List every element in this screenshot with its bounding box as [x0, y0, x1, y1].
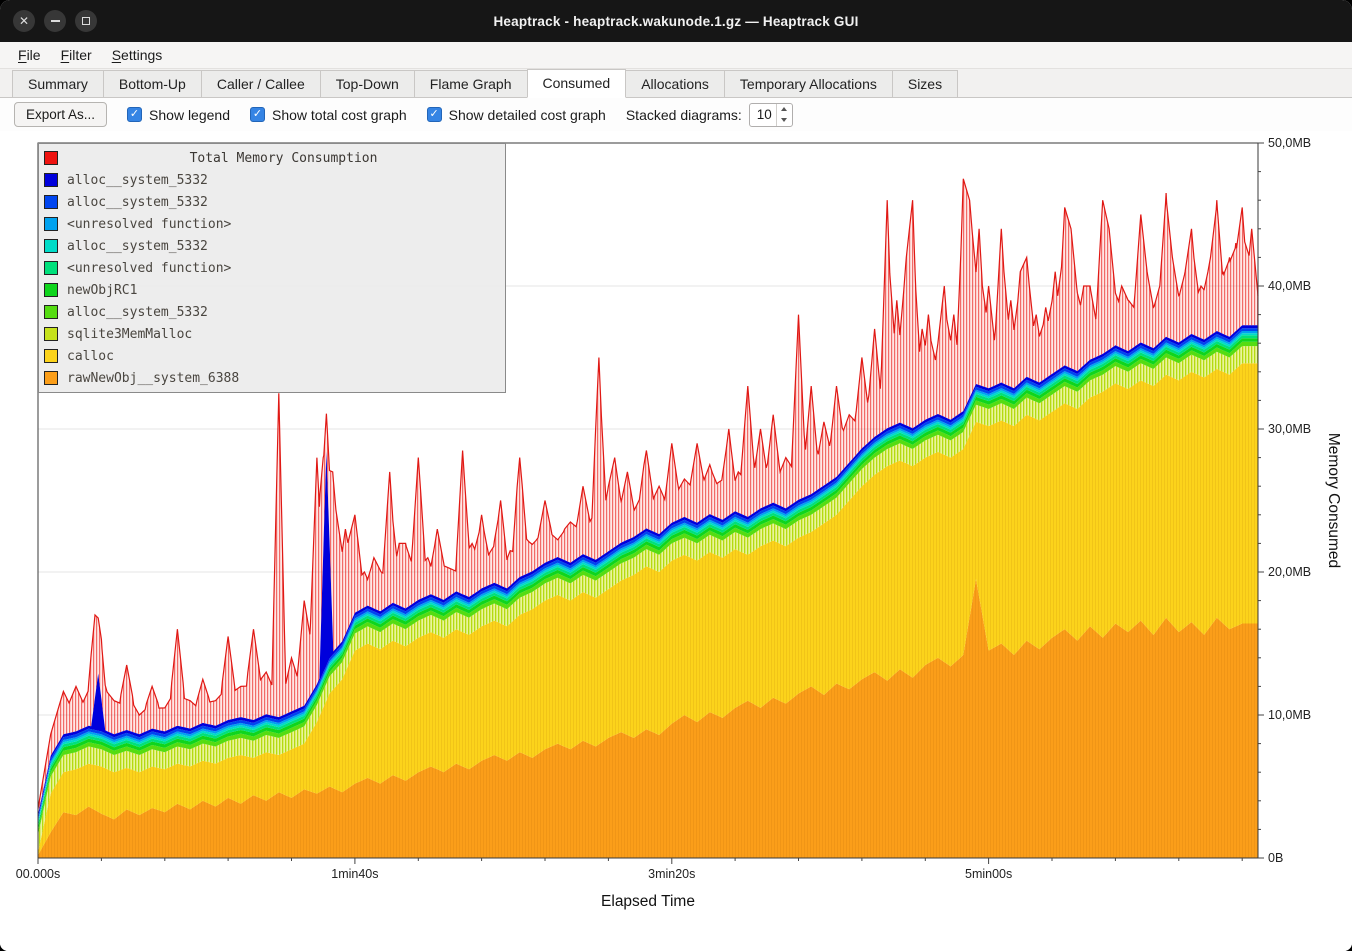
legend-swatch [44, 239, 58, 253]
heaptrack-window: ✕ Heaptrack - heaptrack.wakunode.1.gz — … [0, 0, 1352, 951]
legend-item: alloc__system_5332 [44, 235, 500, 257]
export-as-button[interactable]: Export As... [14, 102, 107, 127]
legend-swatch [44, 261, 58, 275]
show-legend-checkbox[interactable]: Show legend [127, 107, 230, 123]
menu-file[interactable]: File [8, 44, 51, 66]
legend-item: alloc__system_5332 [44, 191, 500, 213]
legend-item: alloc__system_5332 [44, 169, 500, 191]
legend-label: rawNewObj__system_6388 [67, 371, 239, 386]
window-controls: ✕ [13, 10, 97, 32]
tab-flame-graph[interactable]: Flame Graph [414, 70, 528, 97]
legend-label: calloc [67, 349, 114, 364]
legend-swatch [44, 151, 58, 165]
tab-temporary-allocations[interactable]: Temporary Allocations [724, 70, 893, 97]
y-tick-label: 20,0MB [1268, 565, 1311, 579]
checkbox-box [427, 107, 442, 122]
legend-swatch [44, 217, 58, 231]
maximize-icon [82, 17, 90, 25]
legend-label: alloc__system_5332 [67, 195, 208, 210]
tab-bar: Summary Bottom-Up Caller / Callee Top-Do… [0, 69, 1352, 98]
maximize-button[interactable] [75, 10, 97, 32]
legend-swatch [44, 173, 58, 187]
checkbox-box [127, 107, 142, 122]
legend-item: <unresolved function> [44, 257, 500, 279]
legend-swatch [44, 349, 58, 363]
legend-label: sqlite3MemMalloc [67, 327, 192, 342]
legend-item: <unresolved function> [44, 213, 500, 235]
y-tick-label: 10,0MB [1268, 708, 1311, 722]
menu-settings[interactable]: Settings [102, 44, 173, 66]
legend-title-row: Total Memory Consumption [44, 147, 500, 169]
y-axis-title: Memory Consumed [1325, 433, 1342, 568]
x-axis-title: Elapsed Time [601, 893, 695, 910]
minimize-button[interactable] [44, 10, 66, 32]
tab-summary[interactable]: Summary [12, 70, 104, 97]
minimize-icon [51, 20, 60, 22]
legend-item: alloc__system_5332 [44, 301, 500, 323]
legend-swatch [44, 305, 58, 319]
title-bar: ✕ Heaptrack - heaptrack.wakunode.1.gz — … [0, 0, 1352, 42]
tab-bottom-up[interactable]: Bottom-Up [103, 70, 202, 97]
stacked-diagrams-spinbox[interactable]: 10 [749, 103, 793, 127]
show-total-cost-checkbox[interactable]: Show total cost graph [250, 107, 407, 123]
tab-consumed[interactable]: Consumed [527, 69, 627, 98]
tab-sizes[interactable]: Sizes [892, 70, 958, 97]
legend-item: rawNewObj__system_6388 [44, 367, 500, 389]
menu-bar: File Filter Settings [0, 42, 1352, 69]
x-tick-label: 5min00s [965, 867, 1012, 881]
spin-down-button[interactable] [777, 115, 792, 126]
legend-label: <unresolved function> [67, 217, 231, 232]
tab-top-down[interactable]: Top-Down [320, 70, 415, 97]
checkbox-box [250, 107, 265, 122]
checkbox-label: Show legend [149, 107, 230, 123]
spin-up-button[interactable] [777, 104, 792, 115]
y-tick-label: 30,0MB [1268, 422, 1311, 436]
stacked-diagrams-label: Stacked diagrams: [626, 107, 742, 123]
menu-filter[interactable]: Filter [51, 44, 102, 66]
legend-label: alloc__system_5332 [67, 239, 208, 254]
tab-allocations[interactable]: Allocations [625, 70, 725, 97]
legend-item: newObjRC1 [44, 279, 500, 301]
chart-area: 00.000s 1min40s 3min20s 5min00s 0B 10,0MB 20,0… [0, 131, 1352, 951]
legend-swatch [44, 327, 58, 341]
x-tick-label: 00.000s [16, 867, 60, 881]
checkbox-label: Show detailed cost graph [449, 107, 606, 123]
tab-caller-callee[interactable]: Caller / Callee [201, 70, 321, 97]
x-tick-label: 3min20s [648, 867, 695, 881]
legend-item: sqlite3MemMalloc [44, 323, 500, 345]
y-tick-label: 0B [1268, 851, 1283, 865]
x-tick-label: 1min40s [331, 867, 378, 881]
legend-label: alloc__system_5332 [67, 173, 208, 188]
y-tick-label: 40,0MB [1268, 279, 1311, 293]
legend-label: <unresolved function> [67, 261, 231, 276]
close-button[interactable]: ✕ [13, 10, 35, 32]
show-detailed-cost-checkbox[interactable]: Show detailed cost graph [427, 107, 606, 123]
toolbar: Export As... Show legend Show total cost… [0, 98, 1352, 131]
legend-label: newObjRC1 [67, 283, 137, 298]
chart-legend: Total Memory Consumption alloc__system_53… [38, 143, 506, 393]
legend-swatch [44, 283, 58, 297]
stacked-diagrams-group: Stacked diagrams: 10 [626, 103, 793, 127]
spin-buttons [776, 104, 792, 126]
legend-label: alloc__system_5332 [67, 305, 208, 320]
window-title: Heaptrack - heaptrack.wakunode.1.gz — He… [0, 14, 1352, 29]
y-tick-label: 50,0MB [1268, 136, 1311, 150]
legend-swatch [44, 371, 58, 385]
legend-item: calloc [44, 345, 500, 367]
legend-swatch [44, 195, 58, 209]
stacked-diagrams-value[interactable]: 10 [750, 104, 776, 126]
legend-label: Total Memory Consumption [67, 151, 500, 166]
checkbox-label: Show total cost graph [272, 107, 407, 123]
